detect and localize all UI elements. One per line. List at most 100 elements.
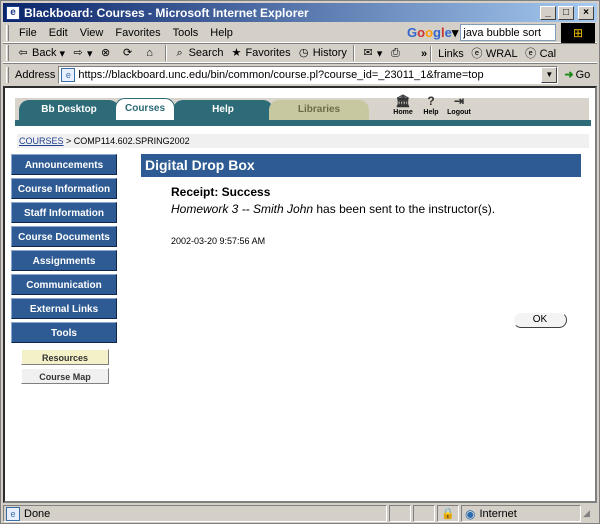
home-button[interactable]: ⌂ xyxy=(140,46,162,60)
nav-tools[interactable]: Tools xyxy=(11,322,117,343)
menu-favorites[interactable]: Favorites xyxy=(109,27,166,39)
ie-page-icon: ⓔ xyxy=(471,48,483,60)
address-field[interactable]: e https://blackboard.unc.edu/bin/common/… xyxy=(58,65,559,84)
google-search-input[interactable] xyxy=(460,24,557,41)
status-cell-empty xyxy=(389,505,411,522)
search-button[interactable]: ⌕ Search xyxy=(170,46,227,60)
ok-button[interactable]: OK xyxy=(513,312,567,328)
nav-staff-information[interactable]: Staff Information xyxy=(11,202,117,223)
receipt-heading: Receipt: Success xyxy=(171,185,271,199)
favorites-icon: ★ xyxy=(231,47,242,59)
header-icon-group: 🏛 Home ? Help ⇥ Logout xyxy=(390,94,474,117)
refresh-icon: ⟳ xyxy=(122,47,133,59)
receipt-block: Receipt: Success Homework 3 -- Smith Joh… xyxy=(171,185,581,216)
toolbar-separator xyxy=(430,46,433,62)
menu-help[interactable]: Help xyxy=(204,27,239,39)
nav-communication[interactable]: Communication xyxy=(11,274,117,295)
nav-assignments[interactable]: Assignments xyxy=(11,250,117,271)
favorites-label: Favorites xyxy=(245,47,291,59)
ie-page-icon: e xyxy=(6,506,20,521)
toolbar-separator xyxy=(352,45,355,61)
home-link[interactable]: 🏛 Home xyxy=(390,94,416,117)
header-strip xyxy=(15,120,591,126)
print-button[interactable]: ⎙ xyxy=(385,46,407,60)
back-button[interactable]: ⇦ Back ▾ xyxy=(13,46,68,60)
address-url[interactable]: https://blackboard.unc.edu/bin/common/co… xyxy=(78,69,483,81)
title-bar: e Blackboard: Courses - Microsoft Intern… xyxy=(3,3,597,22)
link-wral-label: WRAL xyxy=(485,48,518,60)
nav-course-map[interactable]: Course Map xyxy=(21,368,109,384)
chevron-right-icon[interactable]: » xyxy=(421,48,427,60)
tab-courses[interactable]: Courses xyxy=(115,98,175,120)
links-bar: » Links ⓔ WRAL ⓔ Cal xyxy=(417,45,559,63)
menu-edit[interactable]: Edit xyxy=(43,27,74,39)
help-link-label: Help xyxy=(423,109,439,116)
status-text: Done xyxy=(24,507,51,520)
help-question-icon: ? xyxy=(427,94,435,108)
favorites-button[interactable]: ★ Favorites xyxy=(226,46,293,60)
nav-announcements[interactable]: Announcements xyxy=(11,154,117,175)
receipt-item: Homework 3 -- Smith John xyxy=(171,202,314,216)
minimize-button[interactable]: _ xyxy=(540,5,556,20)
zone-cell: ◉ Internet xyxy=(461,505,581,522)
menu-file[interactable]: File xyxy=(13,27,43,39)
menu-tools[interactable]: Tools xyxy=(167,27,205,39)
forward-button[interactable]: ⇨ ▾ xyxy=(68,46,96,60)
logout-link-label: Logout xyxy=(447,109,471,116)
lock-icon: 🔒 xyxy=(441,508,455,520)
receipt-timestamp: 2002-03-20 9:57:56 AM xyxy=(171,236,266,246)
page-title: Digital Drop Box xyxy=(141,154,581,177)
link-wral[interactable]: ⓔ WRAL xyxy=(467,47,521,61)
browser-window: e Blackboard: Courses - Microsoft Intern… xyxy=(0,0,600,524)
go-button[interactable]: ➜ Go xyxy=(564,68,591,82)
receipt-message: Homework 3 -- Smith John has been sent t… xyxy=(171,202,581,216)
breadcrumb-courses-link[interactable]: COURSES xyxy=(19,136,64,146)
mail-button[interactable]: ✉ ▾ xyxy=(358,46,386,60)
search-label: Search xyxy=(188,47,224,59)
blackboard-header: Bb Desktop Help Libraries Courses 🏛 Home … xyxy=(5,88,595,126)
history-button[interactable]: ◷ History xyxy=(294,46,350,60)
tab-bb-desktop[interactable]: Bb Desktop xyxy=(19,100,119,120)
link-cal[interactable]: ⓔ Cal xyxy=(521,47,560,61)
logout-door-icon: ⇥ xyxy=(453,94,465,108)
breadcrumb: COURSES > COMP114.602.SPRING2002 xyxy=(17,134,589,148)
refresh-button[interactable]: ⟳ xyxy=(118,46,140,60)
tab-help[interactable]: Help xyxy=(173,100,273,120)
ie-page-icon: e xyxy=(61,67,76,82)
address-label: Address xyxy=(15,68,56,81)
tab-libraries[interactable]: Libraries xyxy=(269,100,369,120)
nav-course-documents[interactable]: Course Documents xyxy=(11,226,117,247)
links-label[interactable]: Links xyxy=(435,48,467,60)
ie-page-icon: ⓔ xyxy=(525,48,537,60)
nav-resources[interactable]: Resources xyxy=(21,349,109,365)
stop-icon: ⊗ xyxy=(100,47,111,59)
address-grip xyxy=(6,66,9,83)
breadcrumb-separator: > xyxy=(63,136,74,146)
search-icon: ⌕ xyxy=(176,47,183,59)
menu-grip xyxy=(6,24,9,41)
breadcrumb-current: COMP114.602.SPRING2002 xyxy=(73,136,190,146)
globe-icon: ◉ xyxy=(465,506,476,521)
go-arrow-icon: ➜ xyxy=(564,69,574,81)
menu-bar: File Edit View Favorites Tools Help Goog… xyxy=(3,23,597,43)
resize-grip-icon[interactable]: ◢ xyxy=(583,505,597,522)
nav-course-information[interactable]: Course Information xyxy=(11,178,117,199)
google-logo[interactable]: Google▾ xyxy=(407,25,458,41)
stop-button[interactable]: ⊗ xyxy=(96,46,118,60)
status-message: e Done xyxy=(3,505,387,522)
menu-view[interactable]: View xyxy=(74,27,110,39)
help-link[interactable]: ? Help xyxy=(418,94,444,117)
status-bar: e Done 🔒 ◉ Internet ◢ xyxy=(3,504,597,523)
nav-external-links[interactable]: External Links xyxy=(11,298,117,319)
history-label: History xyxy=(312,47,347,59)
chevron-down-icon[interactable]: ▼ xyxy=(541,66,558,83)
mail-icon: ✉ xyxy=(363,47,373,59)
windows-logo-icon: ⊞ xyxy=(561,23,595,43)
back-label: Back xyxy=(32,47,57,59)
go-label: Go xyxy=(575,68,591,81)
maximize-button[interactable]: □ xyxy=(558,5,574,20)
logout-link[interactable]: ⇥ Logout xyxy=(446,94,472,117)
close-button[interactable]: × xyxy=(578,5,594,20)
toolbar-separator xyxy=(164,45,167,61)
drop-box-panel: Digital Drop Box Receipt: Success Homewo… xyxy=(141,154,581,328)
